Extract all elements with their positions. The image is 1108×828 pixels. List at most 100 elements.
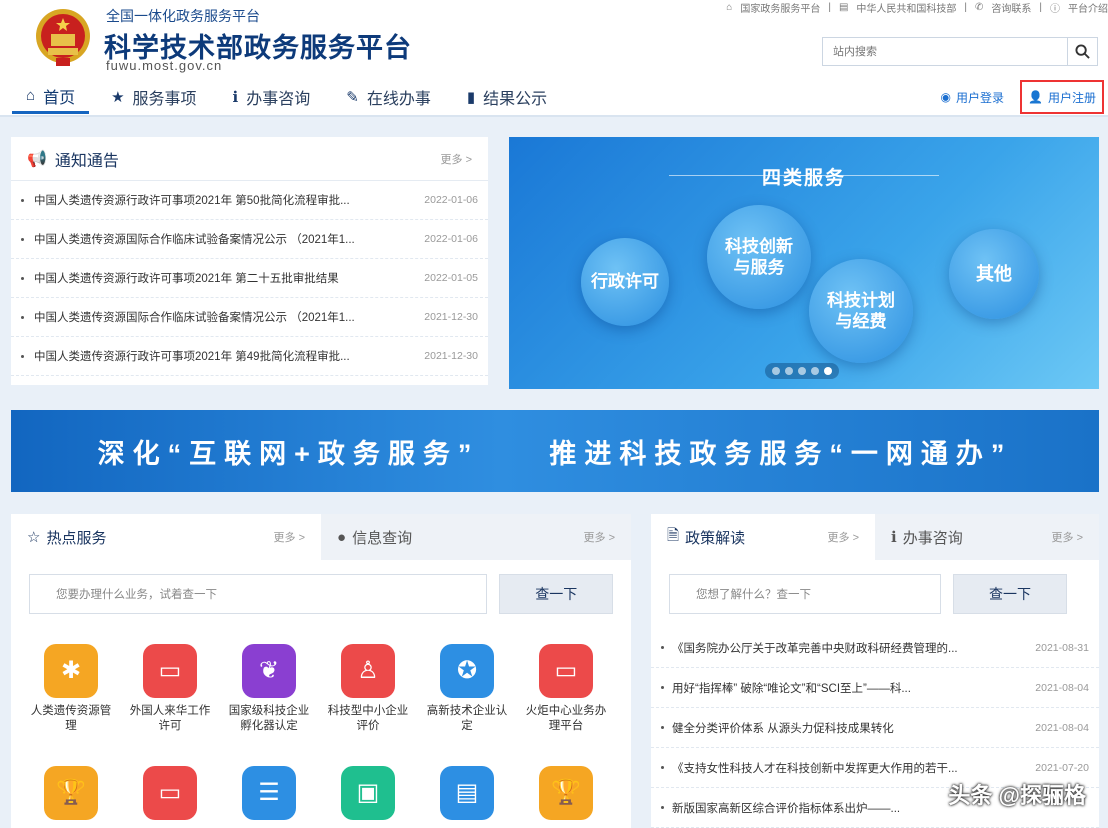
notice-date: 2022-01-06: [424, 233, 478, 245]
notice-more-link[interactable]: 更多 >: [441, 151, 472, 167]
notice-list: 中国人类遗传资源行政许可事项2021年 第50批简化流程审批... 2022-01…: [11, 181, 488, 376]
top-link-contact[interactable]: 咨询联系: [991, 0, 1031, 15]
tab-info-query[interactable]: ● 信息查询 更多 >: [321, 514, 631, 560]
bullet: [21, 315, 24, 319]
trophy-icon: 🏆: [44, 766, 98, 820]
bullet: [661, 766, 664, 769]
separator: |: [828, 2, 831, 13]
phone-icon: ✆: [975, 2, 984, 13]
dna-icon: ✱: [44, 644, 98, 698]
policy-more-link[interactable]: 更多 >: [828, 529, 859, 545]
policy-text: 《支持女性科技人才在科技创新中发挥更大作用的若干...: [672, 762, 958, 775]
service-item[interactable]: ♙ 科技型中小企业评价: [326, 644, 410, 734]
document-icon: 🗎: [667, 526, 680, 544]
site-search: [822, 37, 1098, 66]
info-icon: ℹ: [232, 89, 239, 106]
badge-icon: ✪: [440, 644, 494, 698]
hot-tabs: ☆ 热点服务 更多 > ● 信息查询 更多 >: [11, 514, 631, 560]
search-input[interactable]: [823, 38, 1065, 65]
notice-title: 通知通告: [54, 152, 119, 170]
policy-date: 2021-08-04: [1035, 721, 1089, 734]
notice-date: 2022-01-05: [424, 272, 478, 284]
policy-item[interactable]: 健全分类评价体系 从源头力促科技成果转化 2021-08-04: [651, 708, 1099, 748]
service-item[interactable]: ▤: [425, 766, 509, 826]
policy-search-bar: 您想了解什么？查一下 查一下: [651, 560, 1099, 628]
tab-policy[interactable]: 🗎 政策解读 更多 >: [651, 514, 875, 560]
service-item[interactable]: ▭ 火炬中心业务办理平台: [524, 644, 608, 734]
service-item[interactable]: ▭ 外国人来华工作许可: [128, 644, 212, 734]
pencil-icon: ✎: [346, 89, 359, 106]
service-item[interactable]: ✱ 人类遗传资源管理: [29, 644, 113, 734]
separator: |: [964, 2, 967, 13]
top-link-about[interactable]: 平台介绍: [1068, 0, 1108, 15]
service-item[interactable]: ❦ 国家级科技企业孵化器认定: [227, 644, 311, 734]
login-label: 用户登录: [956, 90, 1005, 105]
carousel-dot[interactable]: [772, 367, 780, 375]
service-item[interactable]: ✪ 高新技术企业认定: [425, 644, 509, 734]
nav-label: 服务事项: [132, 91, 197, 108]
notice-item[interactable]: 中国人类遗传资源行政许可事项2021年 第二十五批审批结果 2022-01-05: [11, 259, 488, 298]
policy-search-button[interactable]: 查一下: [953, 574, 1067, 614]
trophy-icon: 🏆: [539, 766, 593, 820]
notice-item[interactable]: 中国人类遗传资源国际合作临床试验备案情况公示 （2021年1... 2021-12…: [11, 298, 488, 337]
banner-title: 四类服务: [761, 168, 846, 189]
home-icon: ⌂: [726, 2, 733, 13]
main-nav: ⌂ 首页 ★ 服务事项 ℹ 办事咨询 ✎ 在线办事 ▮ 结果公示: [12, 80, 569, 114]
carousel-dot[interactable]: [798, 367, 806, 375]
notice-item[interactable]: 中国人类遗传资源国际合作临床试验备案情况公示 （2021年1... 2022-01…: [11, 220, 488, 259]
decor-line: [799, 175, 939, 176]
services-banner[interactable]: 四类服务 行政许可 科技创新与服务 科技计划与经费 其他: [509, 137, 1099, 389]
tab-hot-services[interactable]: ☆ 热点服务 更多 >: [11, 514, 321, 560]
nav-label: 结果公示: [483, 91, 548, 108]
star-icon: ★: [111, 89, 125, 106]
service-item[interactable]: ▣: [326, 766, 410, 826]
service-item[interactable]: 🏆: [29, 766, 113, 826]
tab-label: 政策解读: [685, 529, 746, 547]
nav-results[interactable]: ▮ 结果公示: [453, 80, 561, 114]
notice-item[interactable]: 中国人类遗传资源行政许可事项2021年 第49批简化流程审批... 2021-12…: [11, 337, 488, 376]
nav-services[interactable]: ★ 服务事项: [97, 80, 210, 114]
circle-admin-license[interactable]: 行政许可: [581, 238, 669, 326]
notice-date: 2022-01-06: [424, 194, 478, 206]
tab-consult[interactable]: ℹ 办事咨询 更多 >: [875, 514, 1099, 560]
info-more-link[interactable]: 更多 >: [584, 529, 615, 545]
hot-more-link[interactable]: 更多 >: [274, 529, 305, 545]
carousel-dot[interactable]: [811, 367, 819, 375]
service-item[interactable]: ▭: [128, 766, 212, 826]
service-label: 高新技术企业认定: [426, 705, 508, 732]
bookmark-icon: ▮: [466, 89, 476, 106]
policy-text: 用好“指挥棒” 破除“唯论文”和“SCI至上”——科...: [672, 682, 911, 695]
national-emblem-icon: [36, 9, 90, 66]
policy-search-input[interactable]: 您想了解什么？查一下: [669, 574, 941, 614]
nav-online[interactable]: ✎ 在线办事: [332, 80, 445, 114]
service-item[interactable]: ☰: [227, 766, 311, 826]
home-icon: ⌂: [26, 87, 36, 104]
consult-more-link[interactable]: 更多 >: [1052, 529, 1083, 545]
bullet: [661, 646, 664, 649]
hot-search-button[interactable]: 查一下: [499, 574, 613, 614]
login-link[interactable]: ◉ 用户登录: [935, 80, 1011, 114]
nav-home[interactable]: ⌂ 首页: [12, 80, 90, 114]
service-label: 火炬中心业务办理平台: [525, 705, 607, 732]
circle-other[interactable]: 其他: [949, 229, 1039, 319]
policy-date: 2021-07-20: [1035, 761, 1089, 774]
policy-date: 2021-08-04: [1035, 681, 1089, 694]
policy-date: 2021-08-31: [1035, 641, 1089, 654]
policy-item[interactable]: 用好“指挥棒” 破除“唯论文”和“SCI至上”——科... 2021-08-04: [651, 668, 1099, 708]
hot-search-input[interactable]: 您要办理什么业务，试着查一下: [29, 574, 488, 614]
circle-innovation[interactable]: 科技创新与服务: [707, 205, 811, 309]
notice-item[interactable]: 中国人类遗传资源行政许可事项2021年 第50批简化流程审批... 2022-01…: [11, 181, 488, 220]
service-item[interactable]: 🏆: [524, 766, 608, 826]
nav-consult[interactable]: ℹ 办事咨询: [219, 80, 325, 114]
policy-item[interactable]: 《国务院办公厅关于改革完善中央财政科研经费管理的... 2021-08-31: [651, 628, 1099, 668]
top-link-national[interactable]: 国家政务服务平台: [740, 0, 820, 15]
top-link-most[interactable]: 中华人民共和国科技部: [856, 0, 956, 15]
notice-text: 中国人类遗传资源国际合作临床试验备案情况公示 （2021年1...: [34, 312, 355, 324]
circle-plan-funding[interactable]: 科技计划与经费: [809, 259, 913, 363]
megaphone-icon: 📢: [27, 150, 47, 168]
carousel-dot-active[interactable]: [824, 367, 832, 375]
register-link[interactable]: 👤 用户注册: [1020, 80, 1104, 114]
bullet: [661, 726, 664, 729]
search-button[interactable]: [1067, 38, 1097, 65]
carousel-dot[interactable]: [785, 367, 793, 375]
